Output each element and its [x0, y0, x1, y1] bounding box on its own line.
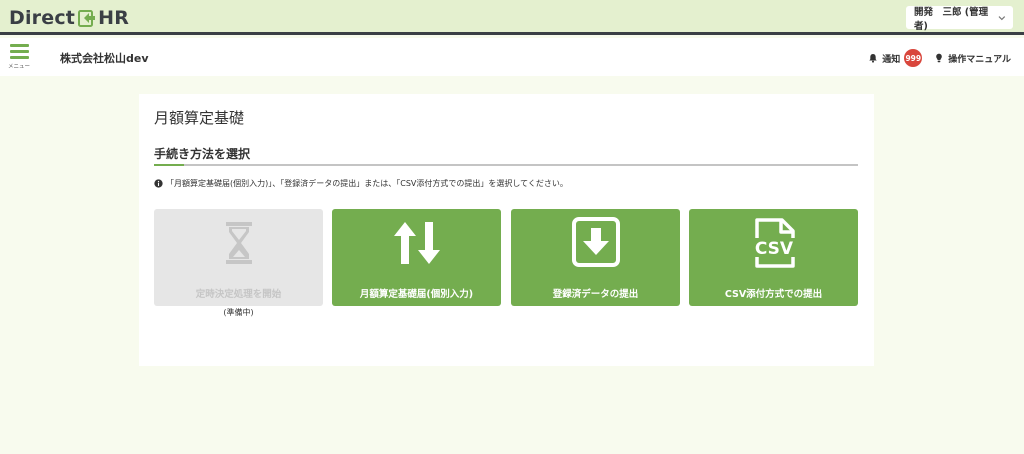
- notification-count-badge[interactable]: 999: [904, 49, 923, 67]
- user-name: 開発 三郎 (管理者): [914, 6, 989, 32]
- bell-icon: [869, 54, 877, 63]
- chevron-down-icon: [998, 15, 1006, 20]
- menu-label: メニュー: [7, 64, 30, 70]
- menu-icon-bar: [9, 50, 29, 53]
- hourglass-icon: [225, 222, 252, 264]
- monthly-base-individual-input-button[interactable]: 月額算定基礎届(個別入力): [332, 209, 501, 306]
- submit-registered-data-button[interactable]: 登録済データの提出: [511, 209, 680, 306]
- logo-text-right: HR: [98, 7, 130, 29]
- header-actions: 通知 999 操作マニュアル: [868, 49, 1011, 67]
- logo-mark-icon: [78, 10, 96, 27]
- up-down-arrows-icon: [393, 222, 440, 264]
- option-buttons: 定時決定処理を開始 (準備中) 月額算定基礎届(個別入力) 登録済データの提出: [154, 209, 858, 319]
- download-box-icon: [571, 217, 620, 267]
- hamburger-menu-button[interactable]: メニュー: [7, 44, 31, 74]
- user-menu-button[interactable]: 開発 三郎 (管理者): [906, 6, 1013, 32]
- section-divider: [154, 164, 858, 166]
- app-logo[interactable]: Direct HR: [9, 6, 129, 30]
- brand-bar: Direct HR 開発 三郎 (管理者): [0, 0, 1024, 35]
- csv-file-icon: CSV: [749, 218, 798, 268]
- main-card: 月額算定基礎 手続き方法を選択 「月額算定基礎届(個別入力)」、「登録済データの…: [139, 94, 874, 366]
- instruction-note: 「月額算定基礎届(個別入力)」、「登録済データの提出」または、「CSV添付方式で…: [154, 178, 568, 189]
- option-label: 登録済データの提出: [552, 289, 639, 300]
- section-title: 手続き方法を選択: [154, 147, 251, 161]
- menu-icon-bar: [9, 44, 29, 47]
- manual-link[interactable]: 操作マニュアル: [948, 52, 1011, 65]
- start-regular-determination-button: 定時決定処理を開始: [154, 209, 323, 306]
- svg-text:CSV: CSV: [754, 239, 793, 259]
- section-divider-accent: [154, 164, 184, 166]
- logo-text-left: Direct: [9, 7, 76, 29]
- info-icon: [154, 179, 163, 188]
- submit-csv-attachment-button[interactable]: CSV CSV添付方式での提出: [689, 209, 858, 306]
- company-name: 株式会社松山dev: [60, 52, 149, 65]
- page-title: 月額算定基礎: [154, 109, 245, 127]
- menu-icon-bar: [9, 56, 29, 59]
- preparing-note: (準備中): [223, 308, 254, 317]
- notification-link[interactable]: 通知: [882, 52, 900, 65]
- lightbulb-icon: [936, 53, 943, 63]
- option-label: CSV添付方式での提出: [724, 289, 823, 300]
- option-label: 月額算定基礎届(個別入力): [359, 289, 474, 300]
- instruction-text: 「月額算定基礎届(個別入力)」、「登録済データの提出」または、「CSV添付方式で…: [166, 179, 568, 188]
- option-label: 定時決定処理を開始: [195, 289, 282, 300]
